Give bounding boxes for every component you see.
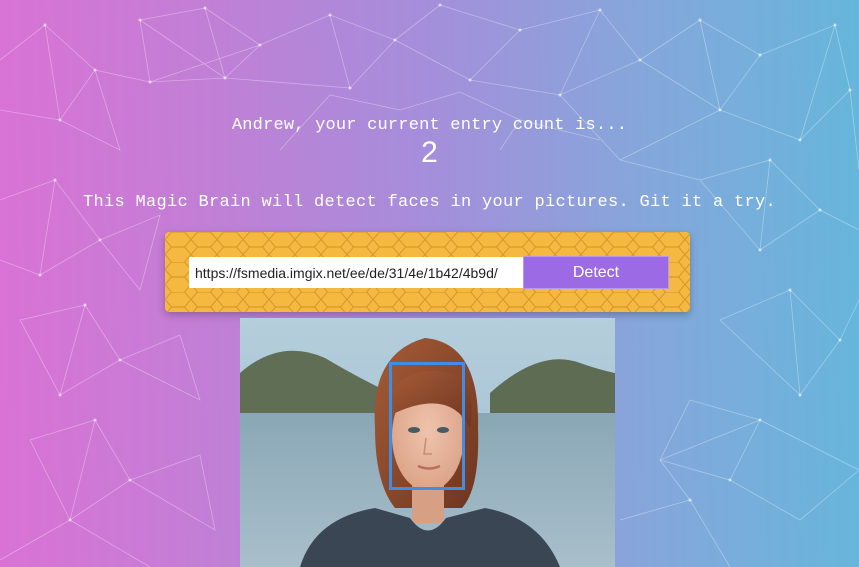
image-url-form: Detect xyxy=(165,232,690,312)
face-bounding-box xyxy=(389,362,465,490)
image-url-input[interactable] xyxy=(189,257,523,288)
intro-text: This Magic Brain will detect faces in yo… xyxy=(82,193,777,212)
detect-button[interactable]: Detect xyxy=(523,256,669,289)
entry-count-value: 2 xyxy=(421,136,438,169)
face-image xyxy=(240,318,615,567)
entry-count-label: Andrew, your current entry count is... xyxy=(231,116,628,135)
